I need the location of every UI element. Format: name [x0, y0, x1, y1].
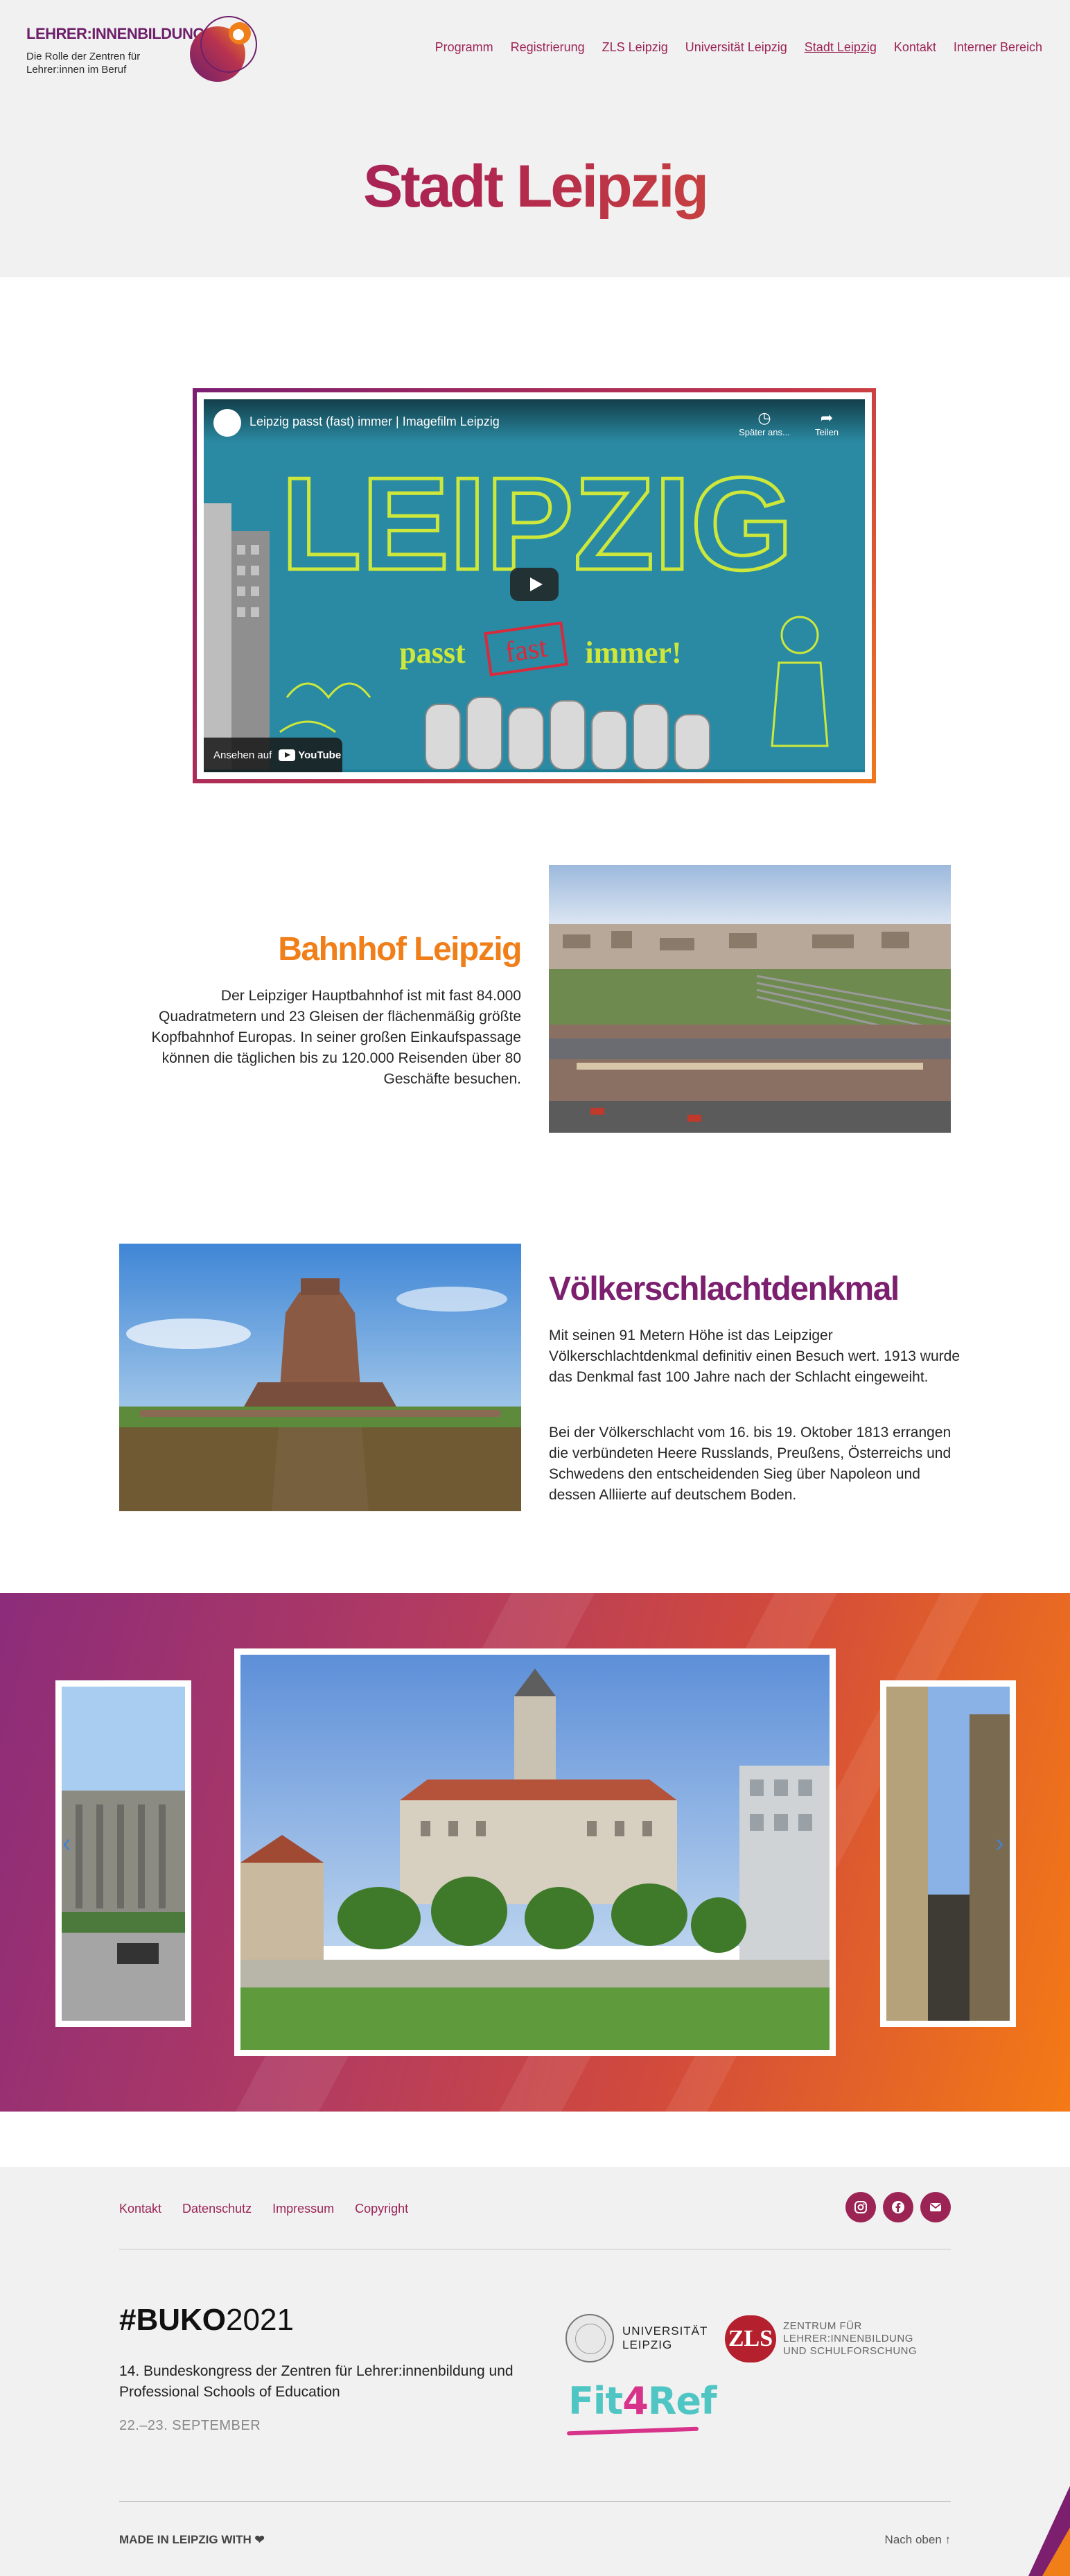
youtube-video[interactable]: LEIPZIG passt fast immer! Leipzig passt … — [204, 399, 865, 772]
thumb-sub2: fast — [503, 632, 550, 669]
logo-subtitle: Die Rolle der Zentren für Lehrer:innen i… — [26, 51, 141, 76]
buko-title: #BUKO2021 — [119, 2303, 294, 2337]
gallery-slide-current[interactable] — [234, 1648, 836, 2056]
watch-on-youtube[interactable]: Ansehen auf YouTube — [204, 738, 342, 772]
footer-link-impressum[interactable]: Impressum — [272, 2202, 334, 2216]
corner-decoration — [1028, 2486, 1070, 2576]
denkmal-text-1: Mit seinen 91 Metern Höhe ist das Leipzi… — [549, 1328, 960, 1385]
zls-logo[interactable]: ZLS ZENTRUM FÜR LEHRER:INNENBILDUNG UND … — [725, 2315, 917, 2362]
social-links — [845, 2192, 951, 2222]
footer-divider-bottom — [119, 2501, 951, 2502]
share-button[interactable]: ➦ Teilen — [796, 409, 858, 437]
mail-button[interactable] — [920, 2192, 951, 2222]
clock-icon: ◷ — [757, 409, 771, 426]
footer-link-copyright[interactable]: Copyright — [355, 2202, 408, 2216]
main-nav: Programm Registrierung ZLS Leipzig Unive… — [435, 40, 1042, 55]
channel-avatar[interactable] — [213, 409, 241, 437]
chevron-right-icon: › — [995, 1829, 1004, 1858]
site-logo[interactable]: LEHRER:INNENBILDUNG Die Rolle der Zentre… — [26, 14, 257, 83]
fit4ref-logo[interactable]: Fit4Ref — [568, 2379, 717, 2423]
page-title: Stadt Leipzig — [0, 153, 1070, 221]
gallery-slide-prev[interactable] — [55, 1680, 191, 2027]
bahnhof-text: Der Leipziger Hauptbahnhof ist mit fast … — [151, 988, 521, 1087]
buko-date: 22.–23. SEPTEMBER — [119, 2418, 261, 2433]
nav-registrierung[interactable]: Registrierung — [511, 40, 585, 55]
denkmal-image — [119, 1244, 521, 1511]
footer-link-kontakt[interactable]: Kontakt — [119, 2202, 161, 2216]
mail-icon — [929, 2203, 942, 2211]
video-frame: LEIPZIG passt fast immer! Leipzig passt … — [193, 388, 876, 783]
thumb-sub1: passt — [399, 636, 466, 670]
nav-kontakt[interactable]: Kontakt — [894, 40, 936, 55]
facebook-icon — [892, 2201, 904, 2213]
university-seal-icon — [565, 2314, 614, 2362]
made-in-leipzig: MADE IN LEIPZIG WITH ❤ — [119, 2533, 265, 2546]
gallery-prev-button[interactable]: ‹ — [62, 1829, 71, 1859]
youtube-logo-icon: YouTube — [279, 749, 341, 761]
bahnhof-heading: Bahnhof Leipzig — [278, 931, 522, 968]
buko-description: 14. Bundeskongress der Zentren für Lehre… — [119, 2363, 514, 2400]
denkmal-heading: Völkerschlachtdenkmal — [549, 1271, 900, 1307]
logo-circle-icon — [190, 16, 257, 82]
image-gallery: ‹ › — [0, 1593, 1070, 2112]
facebook-button[interactable] — [883, 2192, 913, 2222]
bahnhof-image — [549, 865, 951, 1133]
watch-later-button[interactable]: ◷ Später ans... — [733, 409, 796, 437]
nav-stadt-leipzig[interactable]: Stadt Leipzig — [805, 40, 877, 55]
share-icon: ➦ — [820, 409, 834, 426]
footer-links: Kontakt Datenschutz Impressum Copyright — [119, 2202, 408, 2216]
back-to-top-link[interactable]: Nach oben ↑ — [885, 2533, 951, 2547]
footer-link-datenschutz[interactable]: Datenschutz — [182, 2202, 252, 2216]
nav-zls-leipzig[interactable]: ZLS Leipzig — [602, 40, 668, 55]
instagram-icon — [854, 2201, 867, 2213]
footer: Kontakt Datenschutz Impressum Copyright … — [0, 2167, 1070, 2576]
nav-interner-bereich[interactable]: Interner Bereich — [954, 40, 1042, 55]
header: LEHRER:INNENBILDUNG Die Rolle der Zentre… — [0, 0, 1070, 277]
gallery-next-button[interactable]: › — [995, 1829, 1004, 1859]
logo-title: LEHRER:INNENBILDUNG — [26, 25, 204, 42]
chevron-left-icon: ‹ — [62, 1829, 71, 1858]
instagram-button[interactable] — [845, 2192, 876, 2222]
video-title[interactable]: Leipzig passt (fast) immer | Imagefilm L… — [249, 415, 500, 429]
universitaet-leipzig-logo[interactable]: UNIVERSITÄT LEIPZIG — [565, 2314, 708, 2362]
thumb-sub3: immer! — [585, 636, 681, 670]
play-button[interactable] — [510, 568, 559, 601]
denkmal-text-2: Bei der Völkerschlacht vom 16. bis 19. O… — [549, 1425, 951, 1503]
nav-universitaet-leipzig[interactable]: Universität Leipzig — [685, 40, 787, 55]
nav-programm[interactable]: Programm — [435, 40, 493, 55]
